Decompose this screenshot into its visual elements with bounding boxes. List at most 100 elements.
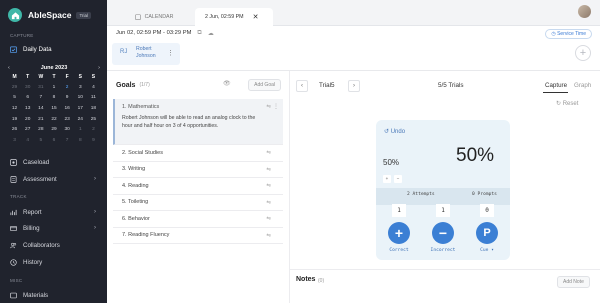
calendar-day[interactable]: 2 xyxy=(61,83,74,94)
copy-icon[interactable]: ⧉ xyxy=(197,30,201,37)
correct-button[interactable]: + xyxy=(388,222,410,244)
calendar-day[interactable]: 31 xyxy=(34,83,47,94)
calendar-day[interactable]: 7 xyxy=(61,136,74,147)
goal-link-icon[interactable]: ⇋ xyxy=(266,183,271,189)
calendar-next-button[interactable]: › xyxy=(98,65,100,71)
service-time-button[interactable]: ◷ Service Time xyxy=(545,29,592,39)
calendar-day[interactable]: 28 xyxy=(34,125,47,136)
calendar-day[interactable]: 15 xyxy=(47,104,60,115)
goal-link-icon[interactable]: ⇋ xyxy=(266,104,271,110)
prev-trial-button[interactable]: ‹ xyxy=(296,80,308,92)
service-time-label: Service Time xyxy=(557,31,586,37)
calendar-day[interactable]: 5 xyxy=(8,93,21,104)
sidebar-item-caseload[interactable]: Caseload xyxy=(0,155,107,169)
calendar-day[interactable]: 10 xyxy=(74,93,87,104)
eye-icon[interactable]: 👁 xyxy=(223,80,233,90)
sidebar-item-billing[interactable]: Billing › xyxy=(0,221,107,235)
calendar-day[interactable]: 24 xyxy=(74,115,87,126)
sidebar-item-history[interactable]: History xyxy=(0,255,107,269)
calendar-day[interactable]: 1 xyxy=(74,125,87,136)
student-chip[interactable]: RJ Robert Johnson ⋮ xyxy=(112,43,180,65)
calendar-day[interactable]: 21 xyxy=(34,115,47,126)
calendar-day[interactable]: 8 xyxy=(47,93,60,104)
sidebar-item-materials[interactable]: Materials xyxy=(0,288,107,302)
cue-button[interactable]: P xyxy=(476,222,498,244)
calendar-day[interactable]: 4 xyxy=(21,136,34,147)
calendar-day[interactable]: 27 xyxy=(21,125,34,136)
calendar-day[interactable]: 3 xyxy=(8,136,21,147)
increase-button[interactable]: + xyxy=(383,175,391,183)
cue-label[interactable]: Cue ▾ xyxy=(467,248,507,253)
calendar-day[interactable]: 9 xyxy=(61,93,74,104)
add-note-button[interactable]: Add Note xyxy=(557,276,590,288)
goal-item-selected[interactable]: 1. Mathematics Robert Johnson will be ab… xyxy=(113,99,283,145)
goal-item[interactable]: 5. Toileting ⇋ xyxy=(113,195,283,211)
add-goal-button[interactable]: Add Goal xyxy=(248,79,281,91)
calendar-day[interactable]: 30 xyxy=(21,83,34,94)
more-options-icon[interactable]: ⋮ xyxy=(167,49,174,57)
reset-button[interactable]: ↻ Reset xyxy=(556,100,578,107)
goal-link-icon[interactable]: ⇋ xyxy=(266,150,271,156)
calendar-day[interactable]: 5 xyxy=(34,136,47,147)
calendar-day[interactable]: 30 xyxy=(61,125,74,136)
goal-item[interactable]: 4. Reading ⇋ xyxy=(113,178,283,195)
incorrect-button[interactable]: − xyxy=(432,222,454,244)
goal-item[interactable]: 7. Reading Fluency ⇋ xyxy=(113,228,283,244)
sidebar-item-report[interactable]: Report › xyxy=(0,205,107,219)
tab-calendar[interactable]: CALENDAR xyxy=(119,8,189,26)
calendar-day[interactable]: 7 xyxy=(34,93,47,104)
more-options-icon[interactable]: ⋮ xyxy=(273,103,279,110)
chevron-right-icon: › xyxy=(94,209,96,215)
calendar-day[interactable]: 22 xyxy=(47,115,60,126)
tab-session[interactable]: 2 Jun, 02:59 PM ✕ xyxy=(195,8,273,26)
calendar-day[interactable]: 14 xyxy=(34,104,47,115)
next-trial-button[interactable]: › xyxy=(348,80,360,92)
goal-item[interactable]: 3. Writing ⇋ xyxy=(113,162,283,178)
calendar-day[interactable]: 23 xyxy=(61,115,74,126)
calendar-day[interactable]: 29 xyxy=(8,83,21,94)
tab-graph[interactable]: Graph xyxy=(574,82,591,89)
undo-label: Undo xyxy=(390,129,406,135)
add-student-button[interactable]: + xyxy=(575,45,591,61)
goal-link-icon[interactable]: ⇋ xyxy=(266,216,271,222)
calendar-day[interactable]: 20 xyxy=(21,115,34,126)
calendar-day[interactable]: 4 xyxy=(87,83,100,94)
calendar-day[interactable]: 6 xyxy=(47,136,60,147)
history-icon xyxy=(10,258,17,266)
avatar[interactable] xyxy=(578,5,591,18)
sidebar-item-assessment[interactable]: Assessment › xyxy=(0,172,107,186)
close-icon[interactable]: ✕ xyxy=(253,13,259,21)
calendar-day[interactable]: 29 xyxy=(47,125,60,136)
brand[interactable]: AbleSpace Trial xyxy=(0,0,107,30)
calendar-day[interactable]: 9 xyxy=(87,136,100,147)
undo-button[interactable]: ↺ Undo xyxy=(384,128,405,135)
calendar-day[interactable]: 8 xyxy=(74,136,87,147)
calendar-day[interactable]: 18 xyxy=(87,104,100,115)
goal-link-icon[interactable]: ⇋ xyxy=(266,200,271,206)
home-logo-icon xyxy=(8,8,22,22)
calendar-day[interactable]: 11 xyxy=(87,93,100,104)
calendar-day[interactable]: 1 xyxy=(47,83,60,94)
goal-link-icon[interactable]: ⇋ xyxy=(266,167,271,173)
calendar-day[interactable]: 3 xyxy=(74,83,87,94)
sidebar-item-label: Report xyxy=(23,208,42,216)
goal-item[interactable]: 6. Behavior ⇋ xyxy=(113,211,283,228)
calendar-day[interactable]: 19 xyxy=(8,115,21,126)
tab-capture[interactable]: Capture xyxy=(545,82,567,89)
goal-label: 5. Toileting xyxy=(122,199,149,206)
calendar-day[interactable]: 26 xyxy=(8,125,21,136)
calendar-day[interactable]: 6 xyxy=(21,93,34,104)
calendar-day[interactable]: 17 xyxy=(74,104,87,115)
calendar-prev-button[interactable]: ‹ xyxy=(8,65,10,71)
calendar-day[interactable]: 12 xyxy=(8,104,21,115)
calendar-day[interactable]: 13 xyxy=(21,104,34,115)
calendar-day[interactable]: 25 xyxy=(87,115,100,126)
sidebar-item-daily-data[interactable]: Daily Data xyxy=(0,42,107,56)
decrease-button[interactable]: − xyxy=(394,175,402,183)
goal-item[interactable]: 2. Social Studies ⇋ xyxy=(113,145,283,162)
calendar-day[interactable]: 2 xyxy=(87,125,100,136)
sidebar-item-collaborators[interactable]: Collaborators xyxy=(0,238,107,252)
calendar-day[interactable]: 16 xyxy=(61,104,74,115)
cloud-icon[interactable]: ☁ xyxy=(208,30,214,37)
goal-link-icon[interactable]: ⇋ xyxy=(266,233,271,239)
